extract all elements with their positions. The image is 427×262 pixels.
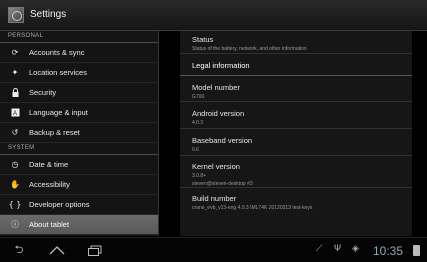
location-icon: ✦ — [11, 68, 19, 77]
title-bar: Settings — [0, 0, 427, 31]
kernel-version-row: Kernel version 3.0.8+ steven@steven-desk… — [180, 156, 412, 188]
sidebar-item-accounts-sync[interactable]: ⟳ Accounts & sync — [0, 43, 158, 63]
svg-text:A: A — [13, 111, 17, 117]
braces-icon: { } — [8, 200, 22, 209]
build-number-value: crane_evb_v13-eng 4.0.3 IML74K 20120313 … — [192, 205, 313, 211]
system-bar: ⮌ ⟋ Ψ ◈ 10:35 — [0, 237, 427, 262]
sidebar-item-label: Date & time — [29, 160, 69, 169]
status-subtitle: Status of the battery, network, and othe… — [192, 46, 307, 52]
about-tablet-panel: Status Status of the battery, network, a… — [180, 31, 412, 236]
baseband-version-value: 0.6 — [192, 147, 199, 153]
sidebar-item-developer-options[interactable]: { } Developer options — [0, 195, 158, 215]
settings-icon — [8, 7, 24, 23]
status-clock[interactable]: 10:35 — [373, 244, 403, 258]
android-version-value: 4.0.3 — [192, 120, 204, 126]
language-icon: A — [8, 108, 22, 118]
usb-icon[interactable]: Ψ — [334, 244, 341, 254]
kernel-version-value: 3.0.8+ — [192, 173, 207, 179]
sidebar-item-about-tablet[interactable]: ⓘ About tablet — [0, 215, 158, 235]
backup-icon: ↺ — [11, 128, 19, 137]
sidebar-item-label: Backup & reset — [29, 128, 80, 137]
app-title: Settings — [30, 9, 67, 20]
legal-information-row[interactable]: Legal information — [180, 54, 412, 76]
sidebar-item-label: About tablet — [29, 220, 70, 229]
model-number-title: Model number — [192, 83, 240, 92]
kernel-build-host: steven@steven-desktop #3 — [192, 181, 253, 187]
hand-icon: ✋ — [10, 180, 20, 189]
sync-icon: ⟳ — [11, 48, 19, 57]
android-version-title: Android version — [192, 109, 245, 118]
model-number-value: G700 — [192, 94, 205, 100]
baseband-version-title: Baseband version — [192, 136, 253, 145]
back-icon[interactable]: ⮌ — [8, 242, 30, 258]
sidebar-item-accessibility[interactable]: ✋ Accessibility — [0, 175, 158, 195]
info-icon: ⓘ — [11, 220, 19, 229]
sidebar-item-label: Accessibility — [29, 180, 70, 189]
sidebar-item-label: Language & input — [29, 108, 88, 117]
sidebar-item-location-services[interactable]: ✦ Location services — [0, 63, 158, 83]
lock-icon — [8, 88, 22, 98]
recent-apps-icon[interactable] — [84, 242, 106, 258]
usb-debugging-icon[interactable]: ⟋ — [316, 244, 322, 254]
sidebar-item-label: Developer options — [29, 200, 90, 209]
sidebar-item-date-time[interactable]: ◷ Date & time — [0, 155, 158, 175]
battery-icon[interactable] — [413, 245, 420, 256]
android-notification-icon[interactable]: ◈ — [352, 244, 359, 254]
android-version-row[interactable]: Android version 4.0.3 — [180, 102, 412, 129]
sidebar-item-label: Accounts & sync — [29, 48, 85, 57]
model-number-row: Model number G700 — [180, 76, 412, 102]
clock-icon: ◷ — [11, 160, 19, 169]
build-number-title: Build number — [192, 194, 237, 203]
settings-sidebar: PERSONAL ⟳ Accounts & sync ✦ Location se… — [0, 31, 159, 236]
status-row[interactable]: Status Status of the battery, network, a… — [180, 31, 412, 54]
sidebar-item-language-input[interactable]: A Language & input — [0, 103, 158, 123]
status-title: Status — [192, 35, 214, 44]
sidebar-item-label: Location services — [29, 68, 87, 77]
build-number-row: Build number crane_evb_v13-eng 4.0.3 IML… — [180, 188, 412, 215]
sidebar-item-label: Security — [29, 88, 57, 97]
section-header-system: SYSTEM — [0, 143, 158, 155]
sidebar-item-backup-reset[interactable]: ↺ Backup & reset — [0, 123, 158, 143]
section-header-personal: PERSONAL — [0, 31, 158, 43]
sidebar-item-security[interactable]: Security — [0, 83, 158, 103]
kernel-version-title: Kernel version — [192, 162, 240, 171]
home-icon[interactable] — [46, 242, 68, 258]
baseband-version-row: Baseband version 0.6 — [180, 129, 412, 156]
